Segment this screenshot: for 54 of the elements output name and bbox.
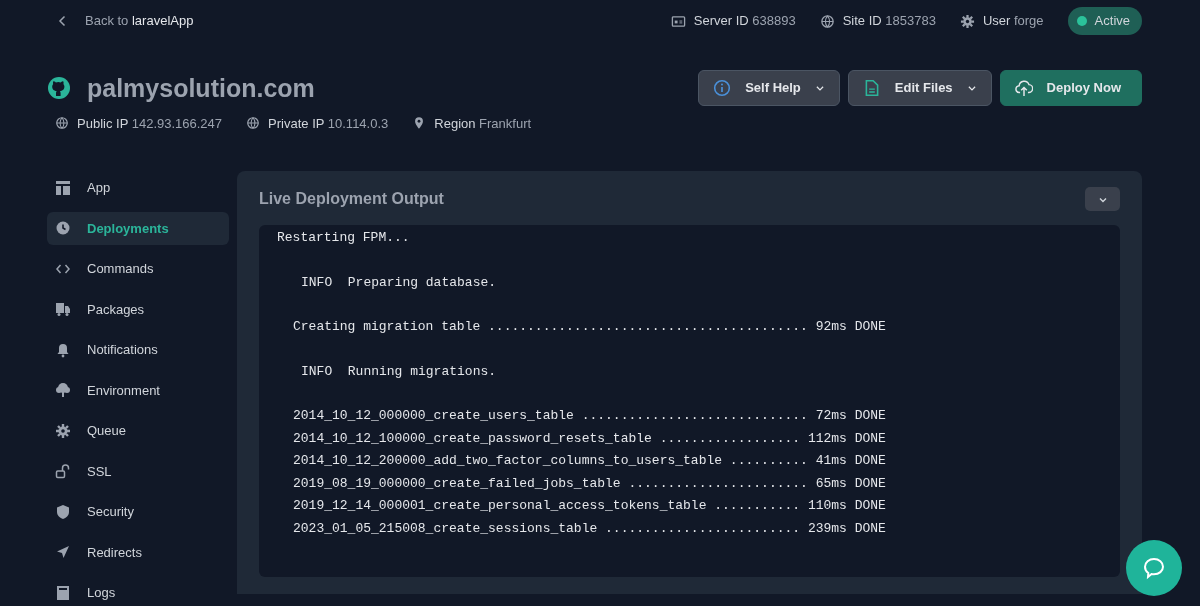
layout-icon bbox=[55, 179, 71, 196]
sidebar-item[interactable]: App bbox=[47, 171, 229, 205]
chat-button[interactable] bbox=[1126, 540, 1182, 596]
site-title: palmysolution.com bbox=[87, 72, 315, 103]
sidebar-item[interactable]: Deployments bbox=[47, 211, 229, 245]
log-line: INFO Preparing database. bbox=[301, 273, 498, 292]
gear-icon bbox=[959, 13, 975, 29]
meta-text: Site ID 1853783 bbox=[842, 12, 936, 31]
info-text: Public IP 142.93.166.247 bbox=[77, 114, 223, 133]
unlocked-padlock-icon bbox=[55, 463, 71, 480]
location-arrow-icon bbox=[55, 544, 71, 561]
info-text: Private IP 10.114.0.3 bbox=[268, 114, 389, 133]
globe-icon bbox=[819, 13, 835, 29]
sidebar-item[interactable]: Queue bbox=[47, 414, 229, 448]
tree-icon bbox=[55, 382, 71, 399]
sidebar-item[interactable]: Environment bbox=[47, 373, 229, 407]
globe-icon bbox=[55, 116, 69, 131]
log-line: Creating migration table ......................................... 92ms DONE bbox=[293, 318, 887, 336]
info-text: Region Frankfurt bbox=[434, 114, 532, 133]
log-line: INFO Running migrations. bbox=[301, 362, 498, 381]
shield-icon bbox=[55, 503, 71, 520]
id-card-icon bbox=[670, 13, 686, 29]
cloud-upload-icon bbox=[1014, 78, 1033, 97]
sidebar-item[interactable]: Redirects bbox=[47, 535, 229, 569]
sidebar-item[interactable]: Logs bbox=[47, 576, 229, 606]
status-badge: Active bbox=[1067, 7, 1142, 35]
bell-icon bbox=[55, 341, 71, 358]
truck-icon bbox=[55, 301, 71, 318]
sidebar-item[interactable]: Commands bbox=[47, 252, 229, 286]
log-line: 2019_08_19_000000_create_failed_jobs_table ....................... 65ms DONE bbox=[293, 474, 887, 493]
sidebar-item[interactable]: SSL bbox=[47, 454, 229, 488]
logs-icon bbox=[55, 584, 71, 601]
sidebar-item[interactable]: Packages bbox=[47, 292, 229, 326]
deploy-button[interactable]: Deploy Now bbox=[999, 70, 1142, 106]
sidebar-item[interactable]: Security bbox=[47, 495, 229, 529]
clock-icon bbox=[55, 220, 71, 237]
sidebar-item[interactable]: Notifications bbox=[47, 333, 229, 367]
log-line: 2014_10_12_200000_add_two_factor_columns_to_users_table .......... 41ms DONE bbox=[293, 452, 887, 470]
log-line: 2023_01_05_215008_create_sessions_table ......................... 239ms DONE bbox=[293, 519, 887, 538]
panel-title: Live Deployment Output bbox=[259, 189, 444, 209]
gear-icon bbox=[55, 422, 71, 439]
log-line: 2019_12_14_000001_create_personal_access_tokens_table ........... 110ms DONE bbox=[293, 497, 887, 515]
dropdown-button[interactable]: Edit Files bbox=[847, 70, 992, 106]
chat-icon bbox=[1142, 556, 1166, 580]
github-logo-icon bbox=[47, 75, 71, 100]
globe-icon bbox=[246, 116, 261, 131]
info-icon bbox=[713, 78, 732, 97]
dropdown-button[interactable]: Self Help bbox=[698, 70, 840, 106]
meta-text: Server ID 638893 bbox=[693, 12, 796, 31]
meta-text: User forge bbox=[982, 12, 1044, 31]
log-line: 2014_10_12_100000_create_password_resets_table .................. 112ms DONE bbox=[293, 429, 887, 448]
log-line: 2014_10_12_000000_create_users_table ............................. 72ms DONE bbox=[293, 407, 887, 425]
back-link[interactable]: Back to laravelApp bbox=[57, 11, 194, 31]
log-line: Restarting FPM... bbox=[277, 229, 411, 247]
